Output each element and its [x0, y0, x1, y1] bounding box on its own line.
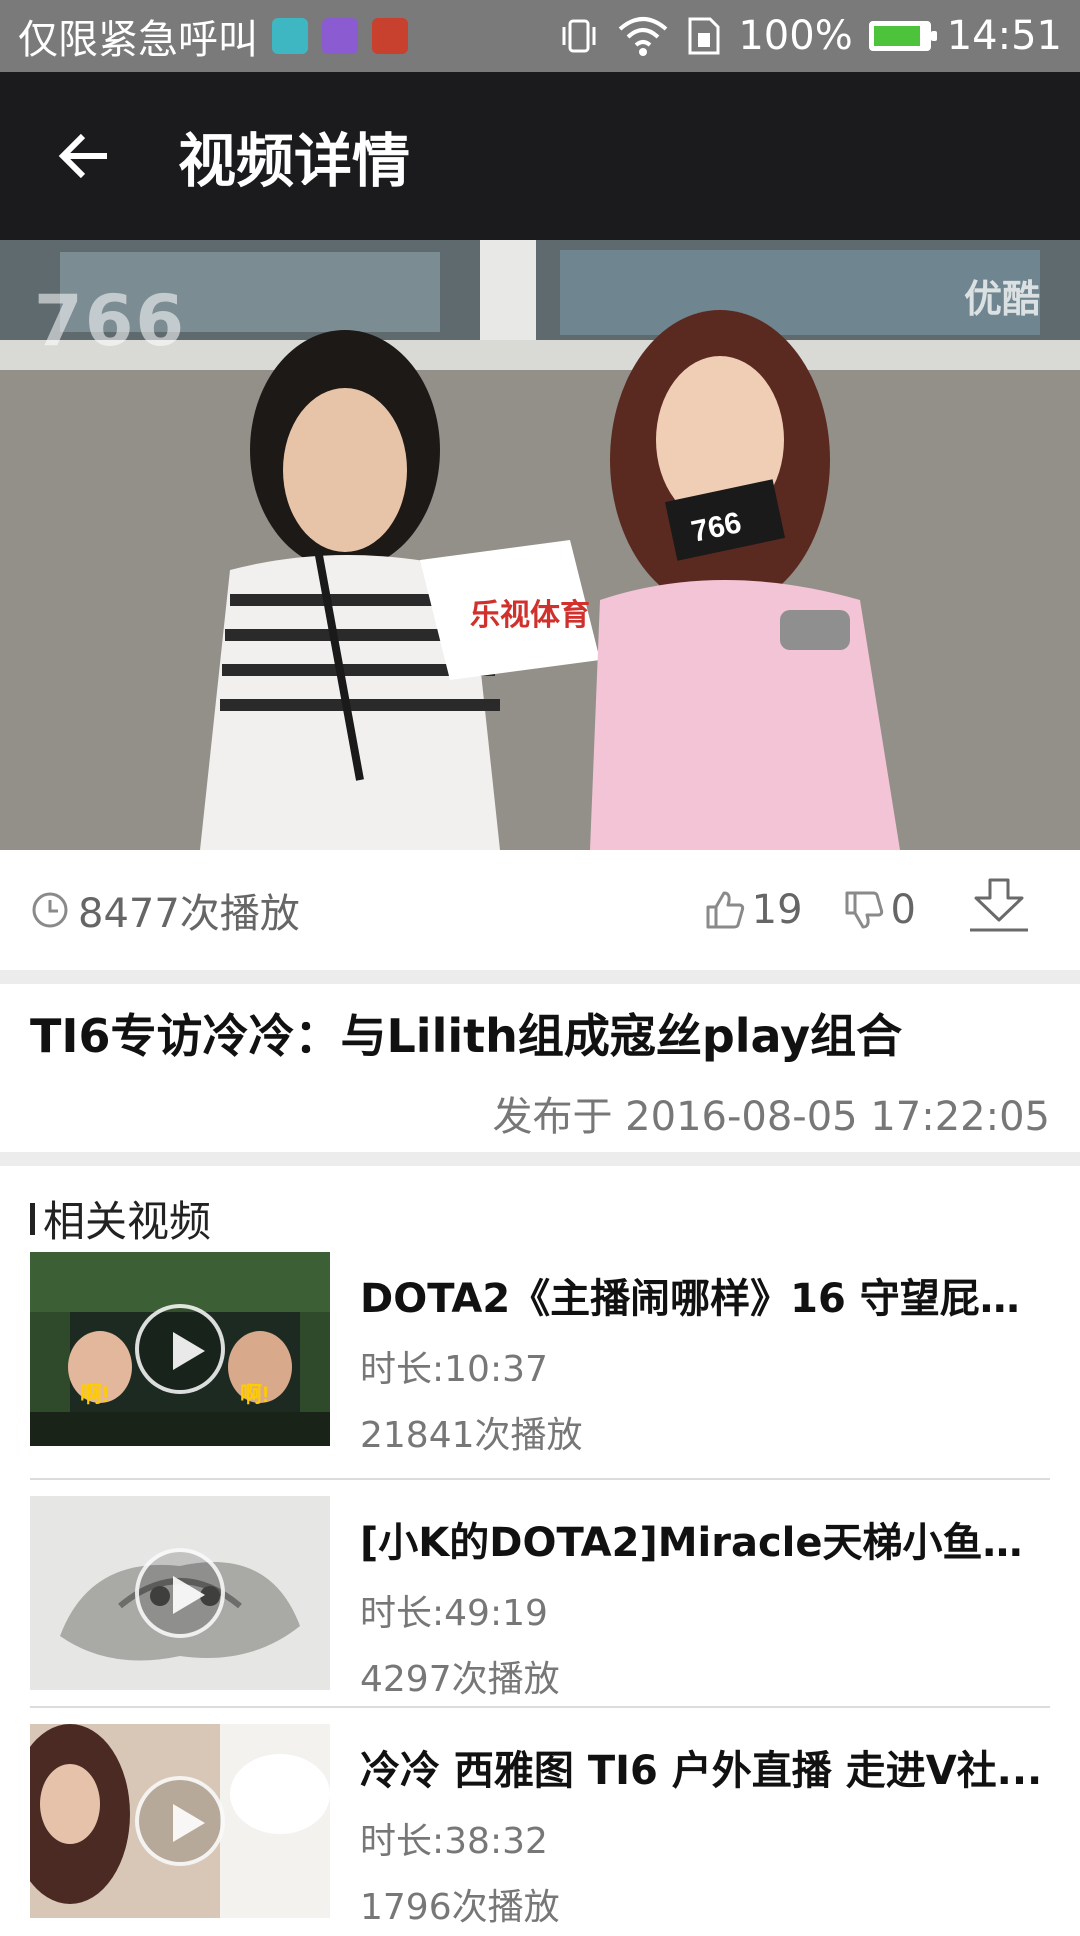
android-app-icon	[272, 18, 308, 54]
item-plays: 21841次播放	[360, 1415, 583, 1456]
battery-icon	[868, 21, 937, 51]
vibrate-icon	[562, 19, 596, 53]
section-divider	[0, 970, 1080, 984]
like-button[interactable]: 19	[704, 887, 803, 933]
app-bar: 视频详情	[0, 72, 1080, 240]
dislike-count: 0	[890, 887, 916, 933]
svg-text:乐视体育: 乐视体育	[470, 598, 590, 632]
thumbs-up-icon	[706, 891, 744, 929]
carrier-text: 仅限紧急呼叫	[18, 17, 258, 63]
stat-actions: 19 0	[704, 876, 1050, 944]
section-divider	[0, 1152, 1080, 1166]
item-title: 冷冷 西雅图 TI6 户外直播 走进V社...	[360, 1748, 1043, 1794]
play-icon	[135, 1776, 225, 1866]
stats-row: 8477次播放 19 0	[0, 850, 1080, 970]
dota-app-icon	[372, 18, 408, 54]
like-count: 19	[751, 887, 803, 933]
related-list: 啊! 啊! DOTA2《主播闹哪样》16 守望屁股大... 时长:10:37 2…	[30, 1252, 1050, 1936]
item-info: 冷冷 西雅图 TI6 户外直播 走进V社... 时长:38:32 1796次播放	[360, 1724, 1050, 1930]
play-count: 8477次播放	[30, 881, 300, 939]
related-header: 相关视频	[30, 1188, 211, 1249]
video-player[interactable]: 乐视体育 766 766 优酷	[0, 240, 1080, 850]
youku-watermark: 优酷	[963, 277, 1040, 321]
svg-text:啊!: 啊!	[80, 1382, 109, 1407]
wifi-icon	[619, 17, 668, 56]
status-right: 100% 14:51	[558, 13, 1062, 59]
item-duration: 时长:10:37	[360, 1349, 548, 1390]
item-duration: 时长:38:32	[360, 1821, 548, 1862]
item-title: [小K的DOTA2]Miracle天梯小鱼人斯...	[360, 1520, 1050, 1566]
download-button[interactable]	[968, 876, 1030, 944]
item-duration: 时长:49:19	[360, 1593, 548, 1634]
related-video-item[interactable]: [小K的DOTA2]Miracle天梯小鱼人斯... 时长:49:19 4297…	[30, 1480, 1050, 1708]
svg-text:啊!: 啊!	[240, 1382, 269, 1407]
item-title: DOTA2《主播闹哪样》16 守望屁股大...	[360, 1276, 1050, 1322]
video-thumbnail	[30, 1496, 330, 1690]
item-info: DOTA2《主播闹哪样》16 守望屁股大... 时长:10:37 21841次播…	[360, 1252, 1050, 1458]
dislike-button[interactable]: 0	[843, 887, 916, 933]
back-button[interactable]	[0, 72, 170, 240]
download-icon	[970, 878, 1028, 932]
status-left: 仅限紧急呼叫	[18, 7, 408, 65]
channel-logo: 766	[34, 280, 187, 362]
header-marker	[30, 1202, 35, 1235]
arrow-left-icon	[58, 133, 107, 179]
page-title: 视频详情	[178, 127, 411, 195]
video-thumbnail	[30, 1724, 330, 1918]
publish-date: 发布于 2016-08-05 17:22:05	[492, 1094, 1050, 1140]
video-title: TI6专访冷冷：与Lilith组成寇丝play组合	[30, 1009, 903, 1063]
sim-icon	[688, 17, 720, 55]
gallery-app-icon	[322, 18, 358, 54]
related-video-item[interactable]: 冷冷 西雅图 TI6 户外直播 走进V社... 时长:38:32 1796次播放	[30, 1708, 1050, 1936]
thumbs-down-icon	[845, 891, 883, 929]
clock: 14:51	[946, 13, 1062, 59]
related-header-label: 相关视频	[43, 1197, 212, 1246]
status-bar: 仅限紧急呼叫 100% 14:51	[0, 0, 1080, 72]
item-plays: 4297次播放	[360, 1659, 560, 1700]
play-icon	[135, 1548, 225, 1638]
clock-icon	[32, 892, 68, 928]
item-info: [小K的DOTA2]Miracle天梯小鱼人斯... 时长:49:19 4297…	[360, 1496, 1050, 1702]
play-icon	[135, 1304, 225, 1394]
play-count-text: 8477次播放	[78, 891, 300, 937]
item-plays: 1796次播放	[360, 1887, 560, 1928]
related-video-item[interactable]: 啊! 啊! DOTA2《主播闹哪样》16 守望屁股大... 时长:10:37 2…	[30, 1252, 1050, 1480]
battery-percent: 100%	[738, 13, 853, 59]
video-thumbnail: 啊! 啊!	[30, 1252, 330, 1446]
